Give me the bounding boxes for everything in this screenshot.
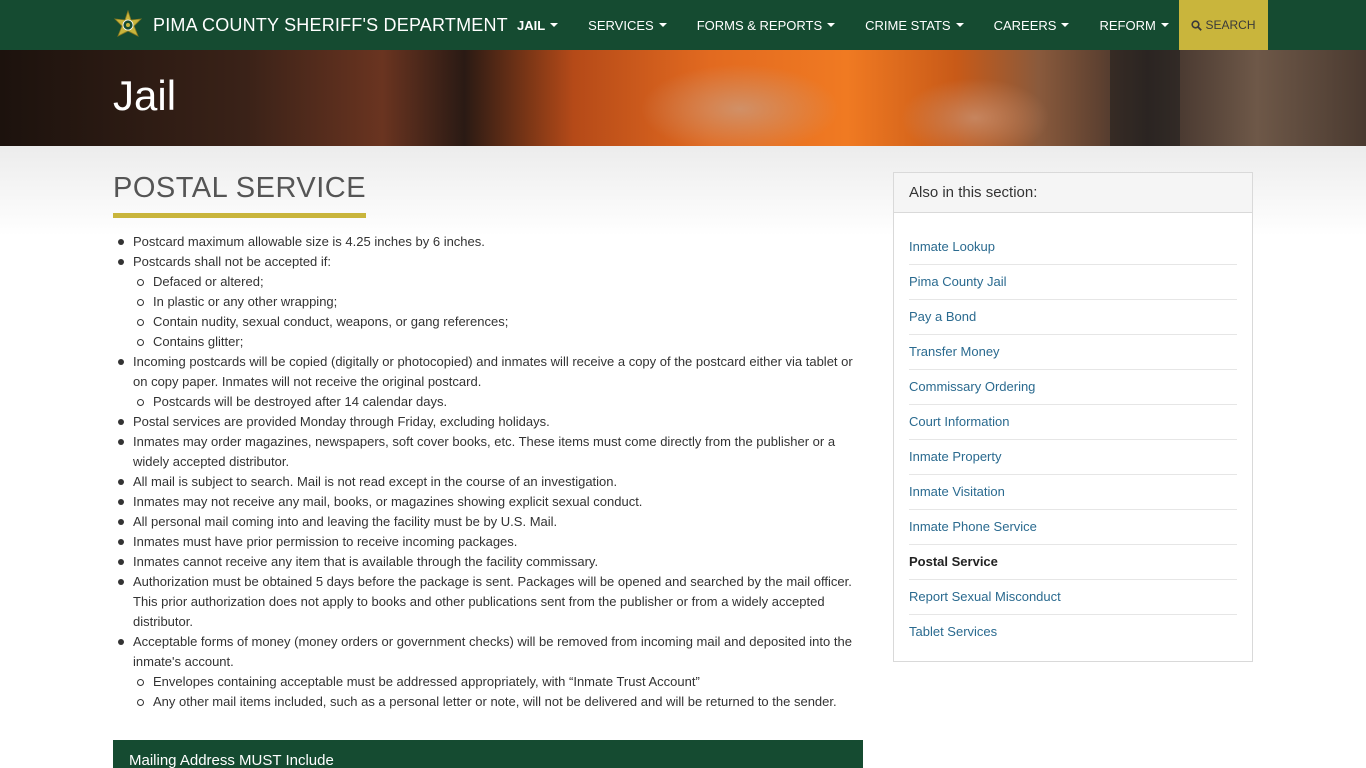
list-item: Inmates may order magazines, newspapers,… (113, 432, 863, 472)
nav-item-label: FORMS & REPORTS (696, 17, 823, 33)
list-item-text: Incoming postcards will be copied (digit… (133, 354, 853, 389)
brand-title: PIMA COUNTY SHERIFF'S DEPARTMENT (153, 14, 508, 35)
sidebar-heading: Also in this section: (894, 173, 1252, 213)
caret-down-icon (955, 23, 964, 27)
search-button[interactable]: SEARCH (1179, 0, 1268, 50)
list-item-text: Inmates cannot receive any item that is … (133, 554, 599, 569)
hero-image-detail (1110, 50, 1180, 146)
sub-list-item: Contains glitter; (133, 332, 863, 352)
list-item: Postcard maximum allowable size is 4.25 … (113, 232, 863, 252)
search-label: SEARCH (1205, 18, 1256, 32)
list-item: Acceptable forms of money (money orders … (113, 632, 863, 712)
list-item-text: Authorization must be obtained 5 days be… (133, 574, 852, 629)
sheriff-star-icon (113, 10, 143, 37)
list-item-text: Postcards shall not be accepted if: (133, 254, 332, 269)
list-item-text: Inmates must have prior permission to re… (133, 534, 518, 549)
sub-list: Defaced or altered; In plastic or any oth… (133, 272, 863, 352)
search-icon (1191, 19, 1203, 31)
postal-rules-list: Postcard maximum allowable size is 4.25 … (113, 232, 863, 712)
sub-list-item: Postcards will be destroyed after 14 cal… (133, 392, 863, 412)
caret-down-icon (827, 23, 836, 27)
sub-list-item: Envelopes containing acceptable must be … (133, 672, 863, 692)
nav-item-reform[interactable]: REFORM (1084, 0, 1183, 50)
list-item-text: Inmates may order magazines, newspapers,… (133, 434, 836, 469)
sidebar-link-inmate-phone-service[interactable]: Inmate Phone Service (909, 510, 1237, 545)
sidebar-link-list: Inmate Lookup Pima County Jail Pay a Bond T… (894, 213, 1252, 650)
list-item: All mail is subject to search. Mail is n… (113, 472, 863, 492)
sidebar-link-commissary-ordering[interactable]: Commissary Ordering (909, 370, 1237, 405)
nav-item-crime-stats[interactable]: CRIME STATS (850, 0, 978, 50)
caret-down-icon (1160, 23, 1169, 27)
nav-item-careers[interactable]: CAREERS (979, 0, 1085, 50)
top-navbar: PIMA COUNTY SHERIFF'S DEPARTMENT JAIL SER… (0, 0, 1366, 50)
list-item-text: All personal mail coming into and leavin… (133, 514, 558, 529)
sidebar-link-transfer-money[interactable]: Transfer Money (909, 335, 1237, 370)
nav-item-label: CRIME STATS (865, 17, 951, 33)
list-item: Postcards shall not be accepted if: Defac… (113, 252, 863, 352)
nav-item-services[interactable]: SERVICES (573, 0, 682, 50)
brand-link[interactable]: PIMA COUNTY SHERIFF'S DEPARTMENT (113, 0, 508, 50)
sub-list-item: In plastic or any other wrapping; (133, 292, 863, 312)
sub-list-item: Contain nudity, sexual conduct, weapons,… (133, 312, 863, 332)
sub-list: Envelopes containing acceptable must be … (133, 672, 863, 712)
list-item-text: Acceptable forms of money (money orders … (133, 634, 852, 669)
sidebar-link-pima-county-jail[interactable]: Pima County Jail (909, 265, 1237, 300)
nav-item-jail[interactable]: JAIL (502, 0, 573, 50)
list-item: Authorization must be obtained 5 days be… (113, 572, 863, 632)
list-item-text: Inmates may not receive any mail, books,… (133, 494, 643, 509)
sub-list: Postcards will be destroyed after 14 cal… (133, 392, 863, 412)
sidebar-link-inmate-lookup[interactable]: Inmate Lookup (909, 230, 1237, 265)
sidebar-link-report-sexual-misconduct[interactable]: Report Sexual Misconduct (909, 580, 1237, 615)
sub-list-item: Defaced or altered; (133, 272, 863, 292)
caret-down-icon (550, 23, 559, 27)
list-item: Inmates must have prior permission to re… (113, 532, 863, 552)
page-title: Jail (113, 72, 177, 119)
list-item-text: All mail is subject to search. Mail is n… (133, 474, 618, 489)
main-nav: JAIL SERVICES FORMS & REPORTS CRIME STATS CA… (502, 0, 1184, 50)
section-sidebar: Also in this section: Inmate Lookup Pima … (893, 172, 1253, 662)
list-item: All personal mail coming into and leavin… (113, 512, 863, 532)
list-item-text: Postal services are provided Monday thro… (133, 414, 550, 429)
list-item: Inmates cannot receive any item that is … (113, 552, 863, 572)
hero-banner: Jail (0, 50, 1366, 146)
sidebar-link-tablet-services[interactable]: Tablet Services (909, 615, 1237, 650)
main-content: POSTAL SERVICE Postcard maximum allowabl… (113, 172, 863, 712)
sidebar-link-pay-a-bond[interactable]: Pay a Bond (909, 300, 1237, 335)
sidebar-link-inmate-visitation[interactable]: Inmate Visitation (909, 475, 1237, 510)
list-item-text: Postcard maximum allowable size is 4.25 … (133, 234, 485, 249)
mailing-address-heading[interactable]: Mailing Address MUST Include (113, 740, 863, 768)
nav-item-label: CAREERS (993, 17, 1057, 33)
sidebar-link-postal-service[interactable]: Postal Service (909, 545, 1237, 580)
nav-item-label: JAIL (517, 17, 546, 33)
sub-list-item: Any other mail items included, such as a… (133, 692, 863, 712)
hero-image-detail (900, 78, 1050, 146)
nav-item-label: SERVICES (588, 17, 654, 33)
caret-down-icon (658, 23, 667, 27)
list-item: Postal services are provided Monday thro… (113, 412, 863, 432)
hero-image-detail (640, 64, 840, 146)
section-title: POSTAL SERVICE (113, 172, 367, 218)
nav-item-label: REFORM (1099, 17, 1156, 33)
sidebar-link-court-information[interactable]: Court Information (909, 405, 1237, 440)
sidebar-link-inmate-property[interactable]: Inmate Property (909, 440, 1237, 475)
list-item: Inmates may not receive any mail, books,… (113, 492, 863, 512)
list-item: Incoming postcards will be copied (digit… (113, 352, 863, 412)
nav-item-forms-reports[interactable]: FORMS & REPORTS (682, 0, 850, 50)
caret-down-icon (1061, 23, 1070, 27)
